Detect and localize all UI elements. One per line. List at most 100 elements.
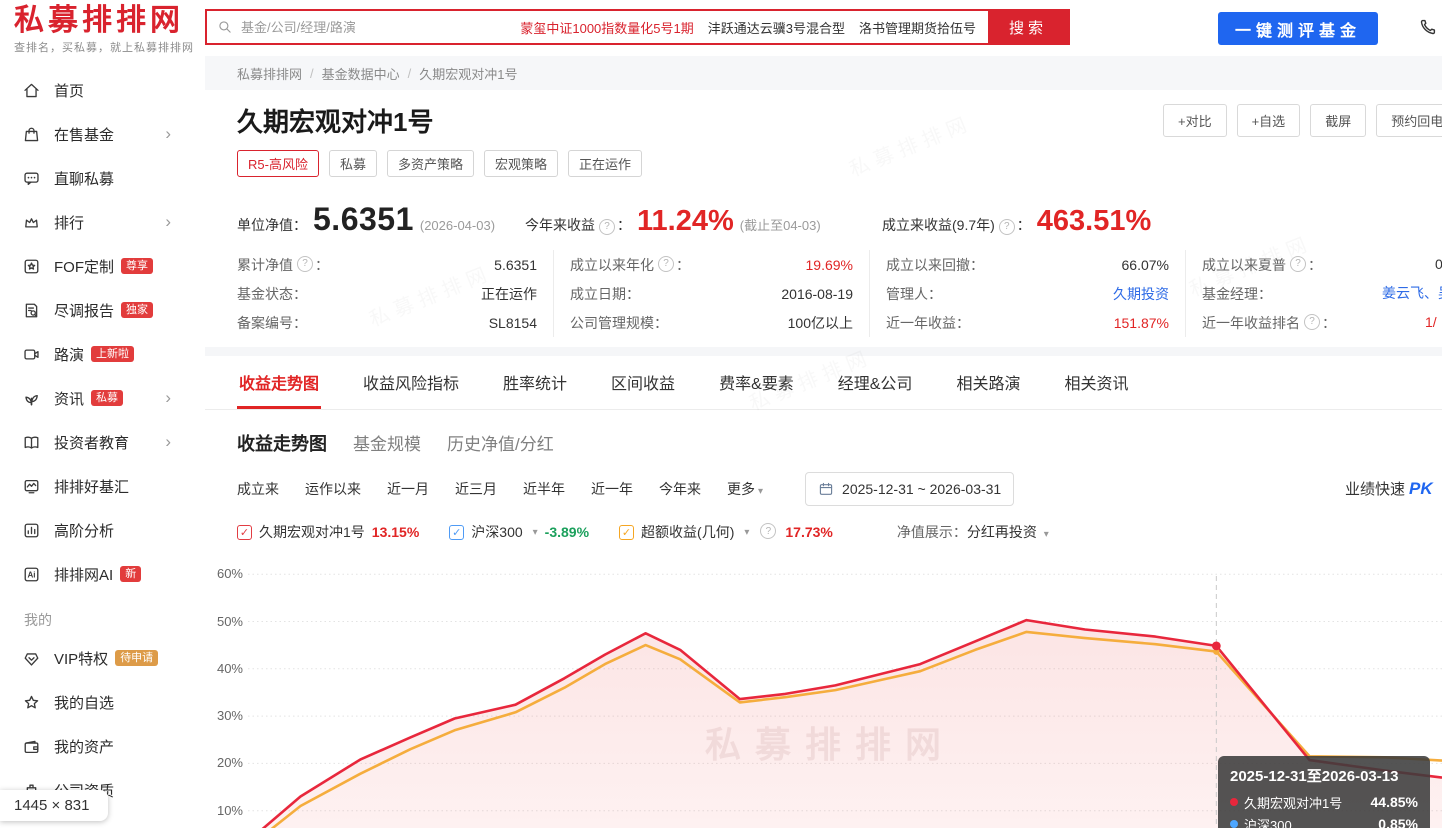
performance-chart[interactable]: 60%50%40%30%20%10%私募排排网2025-12-31至2026-0… bbox=[205, 558, 1442, 828]
chevron-down-icon[interactable]: ▾ bbox=[744, 527, 749, 538]
bars-icon bbox=[22, 521, 41, 540]
subtab-历史净值/分红[interactable]: 历史净值/分红 bbox=[447, 430, 554, 455]
help-icon[interactable]: ? bbox=[1290, 256, 1306, 272]
sidebar-item-资讯[interactable]: 资讯私募› bbox=[0, 376, 205, 420]
sidebar-item-我的自选[interactable]: 我的自选 bbox=[0, 680, 205, 724]
sidebar-item-在售基金[interactable]: 在售基金› bbox=[0, 112, 205, 156]
favorite-button[interactable]: +自选 bbox=[1237, 104, 1301, 137]
date-range-picker[interactable]: 2025-12-31 ~ 2026-03-31 bbox=[805, 472, 1014, 506]
tab-相关资讯[interactable]: 相关资讯 bbox=[1062, 356, 1130, 409]
period-近一年[interactable]: 近一年 bbox=[591, 479, 633, 499]
period-今年来[interactable]: 今年来 bbox=[659, 479, 701, 499]
sidebar-item-投资者教育[interactable]: 投资者教育› bbox=[0, 420, 205, 464]
detail-value[interactable]: 姜云飞、吴 bbox=[1382, 279, 1442, 308]
hot-search-word[interactable]: 蒙玺中证1000指数量化5号1期 bbox=[520, 18, 693, 37]
fund-summary-card: 私募排排网 私募排排网 私募排排网 久期宏观对冲1号 R5-高风险私募多资产策略… bbox=[205, 90, 1442, 347]
detail-label: 近一年收益排名?： bbox=[1202, 313, 1336, 333]
sidebar-item-尽调报告[interactable]: 尽调报告独家 bbox=[0, 288, 205, 332]
metric-label: 今年来收益 bbox=[525, 215, 595, 235]
help-icon[interactable]: ? bbox=[1304, 314, 1320, 330]
section-divider bbox=[205, 347, 1442, 356]
chevron-right-icon: › bbox=[165, 432, 171, 452]
sidebar-badge: 待申请 bbox=[115, 650, 158, 666]
tab-费率&要素[interactable]: 费率&要素 bbox=[717, 356, 796, 409]
legend-item-久期宏观对冲1号[interactable]: ✓久期宏观对冲1号13.15% bbox=[237, 522, 419, 542]
nav-display-value[interactable]: 分红再投资 bbox=[967, 524, 1041, 540]
vip-icon bbox=[22, 649, 41, 668]
tab-区间收益[interactable]: 区间收益 bbox=[609, 356, 677, 409]
metric-value: 11.24% bbox=[637, 205, 734, 238]
sidebar-item-路演[interactable]: 路演上新啦 bbox=[0, 332, 205, 376]
checkbox-checked-icon[interactable]: ✓ bbox=[237, 525, 252, 540]
more-dropdown[interactable]: 更多▾ bbox=[727, 479, 763, 499]
tooltip-date-range: 2025-12-31至2026-03-13 bbox=[1230, 765, 1418, 786]
chevron-right-icon: › bbox=[165, 212, 171, 232]
period-运作以来[interactable]: 运作以来 bbox=[305, 479, 361, 499]
detail-value: 151.87% bbox=[1114, 315, 1169, 331]
monitor-icon bbox=[22, 477, 41, 496]
fund-tag: 宏观策略 bbox=[484, 150, 558, 177]
sidebar-item-排行[interactable]: 排行 › bbox=[0, 200, 205, 244]
breadcrumb-separator: / bbox=[310, 66, 314, 81]
sidebar-item-VIP特权[interactable]: VIP特权待申请 bbox=[0, 636, 205, 680]
chart-tooltip: 2025-12-31至2026-03-13久期宏观对冲1号44.85%沪深300… bbox=[1218, 756, 1430, 828]
detail-row: 基金经理：姜云飞、吴 bbox=[1202, 279, 1442, 308]
sidebar-item-高阶分析[interactable]: 高阶分析 bbox=[0, 508, 205, 552]
help-icon[interactable]: ? bbox=[658, 256, 674, 272]
phone-icon[interactable] bbox=[1418, 17, 1438, 37]
breadcrumb-separator: / bbox=[408, 66, 412, 81]
breadcrumb-item: 久期宏观对冲1号 bbox=[419, 64, 517, 83]
window-size-badge: 1445 × 831 bbox=[0, 790, 108, 821]
checkbox-checked-icon[interactable]: ✓ bbox=[449, 525, 464, 540]
breadcrumb-item[interactable]: 私募排排网 bbox=[237, 64, 302, 83]
tab-经理&公司[interactable]: 经理&公司 bbox=[836, 356, 915, 409]
compare-button[interactable]: +对比 bbox=[1163, 104, 1227, 137]
tab-收益走势图[interactable]: 收益走势图 bbox=[237, 356, 321, 409]
detail-row: 备案编号：SL8154 bbox=[237, 308, 537, 337]
breadcrumb-item[interactable]: 基金数据中心 bbox=[322, 64, 400, 83]
detail-value[interactable]: 久期投资 bbox=[1113, 284, 1169, 304]
period-近一月[interactable]: 近一月 bbox=[387, 479, 429, 499]
search-input[interactable] bbox=[239, 19, 520, 36]
detail-row: 成立以来夏普?：0 bbox=[1202, 250, 1442, 279]
subtab-收益走势图[interactable]: 收益走势图 bbox=[237, 430, 327, 456]
help-icon[interactable]: ? bbox=[760, 523, 776, 539]
legend-item-沪深300[interactable]: ✓沪深300▾-3.89% bbox=[449, 522, 589, 542]
chevron-down-icon[interactable]: ▾ bbox=[533, 527, 538, 538]
help-icon[interactable]: ? bbox=[297, 256, 313, 272]
top-header: 私募排排网 查排名，买私募，就上私募排排网 蒙玺中证1000指数量化5号1期沣跃… bbox=[0, 0, 1442, 56]
period-成立来[interactable]: 成立来 bbox=[237, 479, 279, 499]
sidebar-item-直聊私募[interactable]: 直聊私募 bbox=[0, 156, 205, 200]
sidebar-item-排排好基汇[interactable]: 排排好基汇 bbox=[0, 464, 205, 508]
detail-row: 成立以来年化?：19.69% bbox=[570, 250, 853, 279]
search-button[interactable]: 搜索 bbox=[988, 11, 1068, 43]
metric-value: 463.51% bbox=[1037, 205, 1152, 238]
help-icon[interactable]: ? bbox=[999, 219, 1015, 235]
fund-tags: R5-高风险私募多资产策略宏观策略正在运作 bbox=[237, 150, 1442, 177]
sidebar-item-FOF定制[interactable]: FOF定制尊享 bbox=[0, 244, 205, 288]
subtab-基金规模[interactable]: 基金规模 bbox=[353, 430, 421, 455]
one-click-evaluate-button[interactable]: 一键测评基金 bbox=[1218, 12, 1378, 45]
callback-button[interactable]: 预约回电 bbox=[1376, 104, 1442, 137]
sidebar-item-我的资产[interactable]: 我的资产 bbox=[0, 724, 205, 768]
sidebar-item-首页[interactable]: 首页 bbox=[0, 68, 205, 112]
detail-label: 近一年收益： bbox=[886, 313, 970, 333]
performance-pk-link[interactable]: 业绩快速PK bbox=[1345, 478, 1433, 499]
crown-icon bbox=[22, 213, 41, 232]
hot-search-word[interactable]: 沣跃通达云骥3号混合型 bbox=[708, 18, 845, 37]
help-icon[interactable]: ? bbox=[599, 219, 615, 235]
tab-相关路演[interactable]: 相关路演 bbox=[954, 356, 1022, 409]
chevron-down-icon[interactable]: ▾ bbox=[1044, 529, 1049, 540]
fund-actions: +对比 +自选截屏预约回电 bbox=[1163, 104, 1442, 137]
sidebar-item-排排网AI[interactable]: Ai排排网AI新 bbox=[0, 552, 205, 596]
site-logo[interactable]: 私募排排网 查排名，买私募，就上私募排排网 bbox=[14, 4, 194, 55]
sidebar-item-label: 排行 bbox=[54, 212, 84, 233]
period-近半年[interactable]: 近半年 bbox=[523, 479, 565, 499]
tab-收益风险指标[interactable]: 收益风险指标 bbox=[361, 356, 461, 409]
screenshot-button[interactable]: 截屏 bbox=[1310, 104, 1366, 137]
period-近三月[interactable]: 近三月 bbox=[455, 479, 497, 499]
checkbox-checked-icon[interactable]: ✓ bbox=[619, 525, 634, 540]
tab-胜率统计[interactable]: 胜率统计 bbox=[501, 356, 569, 409]
legend-item-超额收益(几何)[interactable]: ✓超额收益(几何)▾?17.73% bbox=[619, 522, 833, 542]
hot-search-word[interactable]: 洛书管理期货拾伍号 bbox=[859, 18, 976, 37]
